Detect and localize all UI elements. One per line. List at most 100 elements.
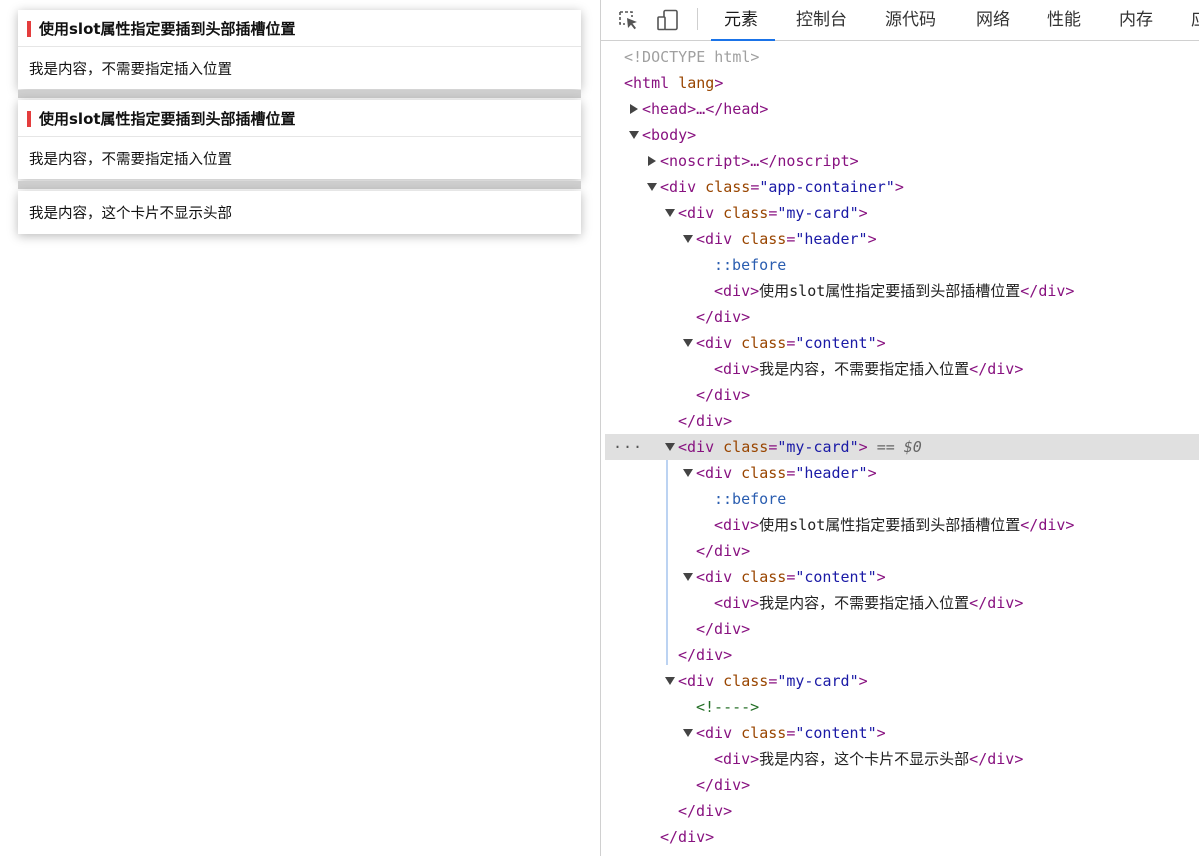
card-content-text: 我是内容，不需要指定插入位置 — [29, 61, 232, 78]
tag-close: > — [858, 204, 868, 222]
tree-row-close[interactable]: </div> — [601, 772, 1199, 798]
attr-name: class — [741, 334, 787, 352]
tree-row-close[interactable]: </div> — [601, 824, 1199, 850]
attr-eq: = — [768, 438, 778, 456]
devtools-panel: 元素 控制台 源代码 网络 性能 内存 应 <!DOCTYPE html> <h… — [600, 0, 1199, 856]
tree-row-header-text[interactable]: <div>使用slot属性指定要插到头部插槽位置</div> — [601, 278, 1199, 304]
tree-row-content-text[interactable]: <div>我是内容，这个卡片不显示头部</div> — [601, 746, 1199, 772]
card-content-text: 我是内容，这个卡片不显示头部 — [29, 206, 232, 222]
collapse-triangle-icon[interactable] — [683, 339, 693, 347]
attr-value: "content" — [795, 724, 877, 742]
collapse-triangle-icon[interactable] — [665, 677, 675, 685]
tree-row-pseudo-before[interactable]: ::before — [601, 486, 1199, 512]
tree-row-close[interactable]: </div> — [601, 798, 1199, 824]
tag-open: <div> — [714, 750, 760, 768]
tree-row-close[interactable]: </div> — [601, 382, 1199, 408]
collapse-triangle-icon[interactable] — [683, 235, 693, 243]
tag-close: > — [858, 438, 868, 456]
tree-row-comment[interactable]: <!----> — [601, 694, 1199, 720]
card-content: 我是内容，这个卡片不显示头部 — [18, 191, 581, 234]
tree-row-pseudo-before[interactable]: ::before — [601, 252, 1199, 278]
collapse-triangle-icon[interactable] — [683, 729, 693, 737]
attr-name: class — [741, 464, 787, 482]
div-tag: <div class="content"> — [696, 564, 886, 590]
tree-row-content[interactable]: <div class="content"> — [601, 564, 1199, 590]
tree-row-close[interactable]: </div> — [601, 616, 1199, 642]
tag-close: > — [714, 74, 724, 92]
card-content: 我是内容，不需要指定插入位置 — [18, 137, 581, 179]
my-card-2: 使用slot属性指定要插到头部插槽位置 我是内容，不需要指定插入位置 — [18, 100, 581, 179]
collapse-triangle-icon[interactable] — [647, 183, 657, 191]
tag-open: <div> — [714, 516, 760, 534]
inspect-element-icon[interactable] — [617, 9, 639, 35]
tab-console[interactable]: 控制台 — [796, 0, 847, 40]
tab-application[interactable]: 应 — [1191, 0, 1199, 40]
tag-open: <div> — [714, 282, 760, 300]
tree-row-content-text[interactable]: <div>我是内容，不需要指定插入位置</div> — [601, 590, 1199, 616]
collapse-triangle-icon[interactable] — [629, 131, 639, 139]
div-with-text: <div>我是内容，这个卡片不显示头部</div> — [714, 746, 1023, 772]
tree-row-close[interactable]: </div> — [601, 642, 1199, 668]
tab-network[interactable]: 网络 — [976, 0, 1010, 40]
collapse-triangle-icon[interactable] — [665, 209, 675, 217]
collapse-triangle-icon[interactable] — [665, 443, 675, 451]
tree-row-header[interactable]: <div class="header"> — [601, 226, 1199, 252]
tree-row-doctype[interactable]: <!DOCTYPE html> — [601, 44, 1199, 70]
tab-memory[interactable]: 内存 — [1119, 0, 1153, 40]
div-with-text: <div>我是内容，不需要指定插入位置</div> — [714, 590, 1023, 616]
attr-eq: = — [768, 204, 778, 222]
tree-row-noscript[interactable]: <noscript>…</noscript> — [601, 148, 1199, 174]
tree-row-content-text[interactable]: <div>我是内容，不需要指定插入位置</div> — [601, 356, 1199, 382]
tree-row-app-container[interactable]: <div class="app-container"> — [601, 174, 1199, 200]
tab-sources[interactable]: 源代码 — [885, 0, 936, 40]
tree-row-body[interactable]: <body> — [601, 122, 1199, 148]
tree-row-content[interactable]: <div class="content"> — [601, 720, 1199, 746]
div-tag: <div class="my-card"> — [678, 200, 868, 226]
attr-eq: = — [786, 568, 796, 586]
tree-row-header[interactable]: <div class="header"> — [601, 460, 1199, 486]
tag-close: > — [858, 672, 868, 690]
tree-row-header-text[interactable]: <div>使用slot属性指定要插到头部插槽位置</div> — [601, 512, 1199, 538]
close-tag: </div> — [678, 412, 733, 430]
attr-value: "my-card" — [777, 438, 859, 456]
header-accent-bar — [27, 21, 31, 37]
collapse-triangle-icon[interactable] — [683, 573, 693, 581]
my-card-1: 使用slot属性指定要插到头部插槽位置 我是内容，不需要指定插入位置 — [18, 10, 581, 89]
head-tag: <head>…</head> — [642, 100, 769, 118]
tree-row-head[interactable]: <head>…</head> — [601, 96, 1199, 122]
expand-triangle-icon[interactable] — [630, 104, 638, 114]
tab-performance[interactable]: 性能 — [1047, 0, 1081, 40]
tag-close: </div> — [969, 750, 1024, 768]
tab-elements[interactable]: 元素 — [711, 0, 775, 41]
tree-row-my-card[interactable]: <div class="my-card"> — [601, 668, 1199, 694]
tree-row-my-card[interactable]: <div class="my-card"> — [601, 200, 1199, 226]
attr-eq: = — [750, 178, 760, 196]
tag-open: <div — [696, 724, 733, 742]
tag-close: </div> — [1020, 282, 1075, 300]
tree-row-html[interactable]: <html lang> — [601, 70, 1199, 96]
card-separator — [18, 90, 581, 98]
close-tag: </div> — [696, 308, 751, 326]
device-toolbar-icon[interactable] — [656, 9, 680, 35]
expand-triangle-icon[interactable] — [648, 156, 656, 166]
attr-value: "my-card" — [777, 204, 859, 222]
card-header-title: 使用slot属性指定要插到头部插槽位置 — [39, 109, 296, 128]
tree-row-close[interactable]: </div> — [601, 304, 1199, 330]
tree-row-content[interactable]: <div class="content"> — [601, 330, 1199, 356]
selected-node-marker: == $0 — [876, 438, 922, 456]
selection-guide-line — [666, 460, 668, 665]
row-menu-icon[interactable]: ··· — [613, 434, 643, 460]
text-node: 使用slot属性指定要插到头部插槽位置 — [759, 282, 1021, 300]
close-tag: </div> — [678, 646, 733, 664]
collapse-triangle-icon[interactable] — [683, 469, 693, 477]
body-tag: <body> — [642, 126, 697, 144]
tree-row-close[interactable]: </div> — [601, 538, 1199, 564]
div-with-text: <div>使用slot属性指定要插到头部插槽位置</div> — [714, 278, 1074, 304]
attr-value: "content" — [795, 334, 877, 352]
card-separator — [18, 181, 581, 189]
attr-name: class — [741, 568, 787, 586]
tag-open: <div> — [714, 594, 760, 612]
tree-row-my-card-selected[interactable]: ··· <div class="my-card"> == $0 — [605, 434, 1199, 460]
tree-row-close[interactable]: </div> — [601, 408, 1199, 434]
tag-close: > — [876, 334, 886, 352]
